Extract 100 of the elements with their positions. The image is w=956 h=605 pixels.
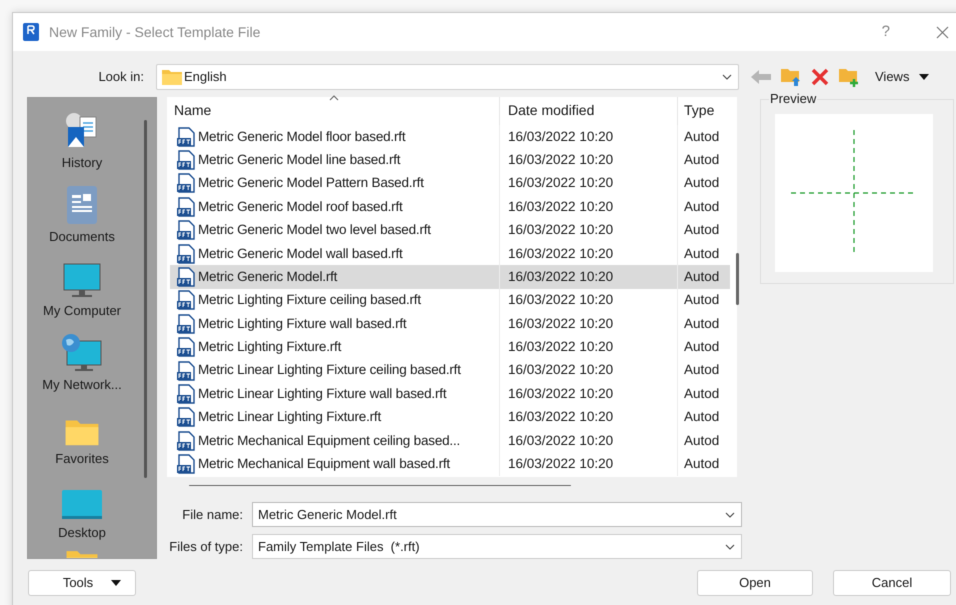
template-file-icon xyxy=(176,337,196,358)
look-in-label: Look in: xyxy=(97,68,145,86)
file-row[interactable]: Metric Generic Model.rft 16/03/2022 10:20 Autod xyxy=(170,265,730,289)
file-name: Metric Linear Lighting Fixture.rft xyxy=(198,408,382,426)
file-type-dropdown[interactable]: Family Template Files (*.rft) xyxy=(252,534,742,559)
file-row[interactable]: Metric Generic Model line based.rft 16/03/2022 10:20 Autod xyxy=(170,148,730,172)
file-name: Metric Generic Model roof based.rft xyxy=(198,198,403,216)
dropdown-caret-icon xyxy=(722,74,732,80)
folder-up-icon[interactable] xyxy=(780,67,802,87)
place-item[interactable]: Desktop xyxy=(32,472,132,546)
date-cell-text: 16/03/2022 10:20 xyxy=(508,361,614,380)
scrollbar[interactable] xyxy=(736,253,739,305)
file-name: Metric Generic Model.rft xyxy=(198,268,338,286)
template-file-icon xyxy=(176,430,196,451)
type-cell-text: Autod xyxy=(684,244,720,263)
file-name: Metric Mechanical Equipment wall based.rft xyxy=(198,455,450,474)
file-name: Metric Linear Lighting Fixture ceiling based.rft xyxy=(198,361,461,380)
template-file-icon xyxy=(176,360,196,381)
date-cell-text: 16/03/2022 10:20 xyxy=(508,408,614,426)
monitor-icon xyxy=(63,262,101,298)
date-cell-text: 16/03/2022 10:20 xyxy=(508,174,614,192)
views-button[interactable]: Views xyxy=(875,67,930,87)
date-cell-text: 16/03/2022 10:20 xyxy=(508,268,614,286)
type-cell-text: Autod xyxy=(684,291,720,310)
new-folder-icon[interactable] xyxy=(838,67,860,87)
file-name: Metric Lighting Fixture.rft xyxy=(198,338,342,356)
dropdown-caret-icon xyxy=(725,512,735,518)
date-cell-text: 16/03/2022 10:20 xyxy=(508,150,614,169)
file-name: Metric Generic Model line based.rft xyxy=(198,150,400,169)
type-cell-text: Autod xyxy=(684,128,720,146)
place-item[interactable]: Documents xyxy=(32,176,132,250)
file-name-field[interactable]: Metric Generic Model.rft xyxy=(252,502,742,527)
file-name-label: File name: xyxy=(181,506,244,524)
tools-button[interactable]: Tools xyxy=(28,570,136,596)
file-row[interactable]: Metric Mechanical Equipment ceiling based... 16/03/2022 10:20 Autod xyxy=(170,429,730,452)
type-cell-text: Autod xyxy=(684,384,720,403)
type-cell-text: Autod xyxy=(684,314,720,333)
file-row[interactable]: Metric Lighting Fixture.rft 16/03/2022 10:20 Autod xyxy=(170,336,730,359)
file-row[interactable]: Metric Linear Lighting Fixture.rft 16/03/2022 10:20 Autod xyxy=(170,406,730,430)
date-cell-text: 16/03/2022 10:20 xyxy=(508,314,614,333)
date-cell-text: 16/03/2022 10:20 xyxy=(508,291,614,310)
type-cell-text: Autod xyxy=(684,361,720,380)
place-item[interactable]: Favorites xyxy=(32,398,132,472)
document-icon xyxy=(66,184,98,224)
template-file-icon xyxy=(176,150,196,170)
file-name: Metric Mechanical Equipment ceiling based... xyxy=(198,432,460,450)
file-row[interactable]: Metric Lighting Fixture ceiling based.rft 16/03/2022 10:20 Autod xyxy=(170,288,730,312)
type-cell-text: Autod xyxy=(684,150,720,169)
file-name: Metric Generic Model two level based.rft xyxy=(198,221,431,240)
template-file-icon xyxy=(176,244,196,264)
close-icon[interactable] xyxy=(936,26,949,38)
dropdown-caret-icon xyxy=(725,544,735,550)
type-cell-text: Autod xyxy=(684,174,720,192)
look-in-dropdown[interactable]: English xyxy=(156,64,739,90)
file-row[interactable]: Metric Generic Model Pattern Based.rft 16/03/2022 10:20 Autod xyxy=(170,172,730,196)
caret-icon xyxy=(111,580,122,586)
column-header[interactable]: Type xyxy=(678,97,730,125)
file-name: Metric Generic Model Pattern Based.rft xyxy=(198,174,424,192)
file-row[interactable]: Metric Linear Lighting Fixture wall based.rft 16/03/2022 10:20 Autod xyxy=(170,382,730,406)
template-file-icon xyxy=(176,314,196,334)
template-file-icon xyxy=(176,126,196,147)
date-cell-text: 16/03/2022 10:20 xyxy=(508,198,614,216)
look-in-value: English xyxy=(184,68,228,86)
cancel-button[interactable]: Cancel xyxy=(833,570,951,596)
date-cell-text: 16/03/2022 10:20 xyxy=(508,455,614,474)
desktop-icon xyxy=(61,488,103,520)
template-file-icon xyxy=(176,384,196,404)
template-file-icon xyxy=(176,173,196,194)
scrollbar[interactable] xyxy=(144,120,147,478)
network-computer-icon xyxy=(61,332,103,372)
preview-label: Preview xyxy=(769,92,818,106)
file-row[interactable]: Metric Generic Model floor based.rft 16/03/2022 10:20 Autod xyxy=(170,125,730,148)
caret-icon xyxy=(919,74,930,80)
file-name: Metric Generic Model wall based.rft xyxy=(198,244,403,263)
type-cell-text: Autod xyxy=(684,221,720,240)
file-name: Metric Generic Model floor based.rft xyxy=(198,128,406,146)
file-row[interactable]: Metric Lighting Fixture wall based.rft 16/03/2022 10:20 Autod xyxy=(170,312,730,336)
file-name: Metric Lighting Fixture wall based.rft xyxy=(198,314,406,333)
delete-icon[interactable] xyxy=(811,68,829,86)
open-button[interactable]: Open xyxy=(697,570,813,596)
place-item[interactable]: My Network... xyxy=(32,324,132,398)
template-file-icon xyxy=(176,196,196,217)
file-row[interactable]: Metric Generic Model two level based.rft 16/03/2022 10:20 Autod xyxy=(170,218,730,242)
help-button[interactable]: ? xyxy=(882,20,890,44)
scrollbar[interactable] xyxy=(189,485,571,486)
template-file-icon xyxy=(176,290,196,310)
date-cell-text: 16/03/2022 10:20 xyxy=(508,221,614,240)
file-row[interactable]: Metric Mechanical Equipment wall based.rft 16/03/2022 10:20 Autod xyxy=(170,452,730,476)
column-header[interactable]: Name xyxy=(167,97,500,125)
column-header[interactable]: Date modified xyxy=(500,97,678,125)
file-type-label: Files of type: xyxy=(168,538,244,556)
date-cell-text: 16/03/2022 10:20 xyxy=(508,128,614,146)
folder-icon xyxy=(161,68,183,86)
place-item[interactable]: History xyxy=(32,102,132,176)
file-row[interactable]: Metric Generic Model roof based.rft 16/03/2022 10:20 Autod xyxy=(170,195,730,219)
type-cell-text: Autod xyxy=(684,408,720,426)
file-row[interactable]: Metric Linear Lighting Fixture ceiling based.rft 16/03/2022 10:20 Autod xyxy=(170,358,730,382)
place-item[interactable]: My Computer xyxy=(32,250,132,324)
template-file-icon xyxy=(176,407,196,428)
back-arrow-icon[interactable] xyxy=(751,70,771,84)
